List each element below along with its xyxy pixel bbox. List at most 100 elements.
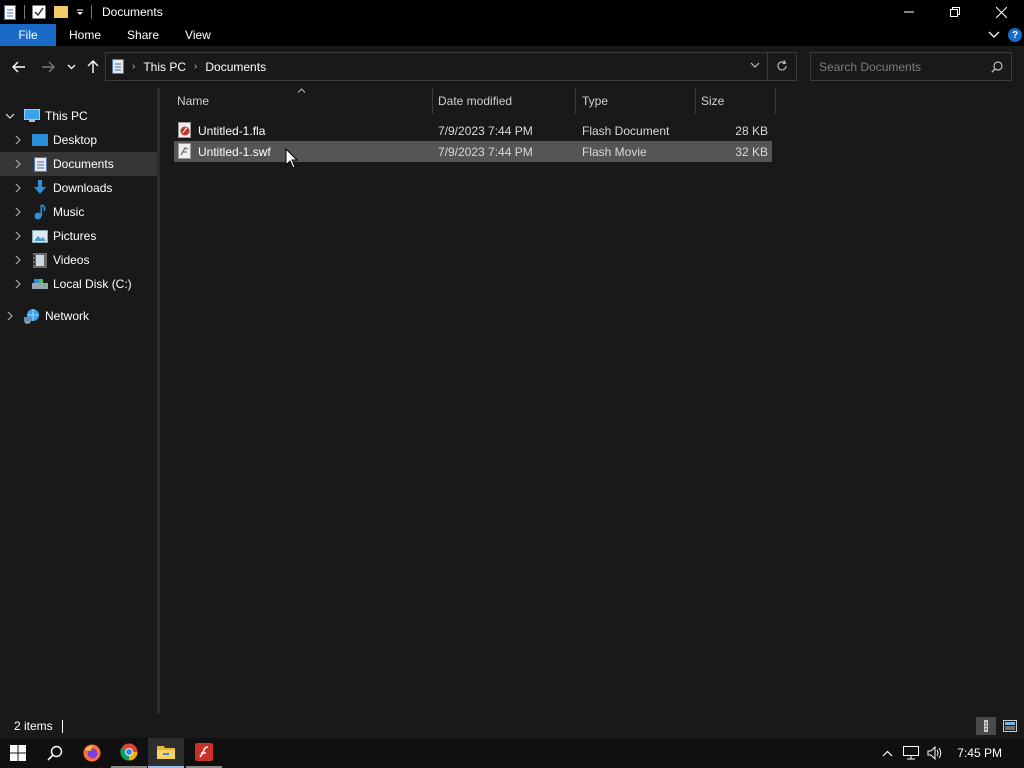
chevron-right-icon[interactable] [12,134,24,146]
search-icon[interactable] [991,61,1003,73]
adobe-animate-taskbar-button[interactable] [186,738,222,768]
status-bar: 2 items [0,714,1024,738]
volume-button[interactable] [923,738,947,768]
sidebar-item-local-disk[interactable]: Local Disk (C:) [0,272,157,296]
chevron-right-icon[interactable] [12,206,24,218]
search-input[interactable] [819,59,979,74]
chevron-right-icon[interactable] [4,310,16,322]
refresh-button[interactable] [776,60,788,72]
column-header-size[interactable]: Size [701,88,775,114]
chrome-taskbar-button[interactable] [111,738,147,768]
network-status-icon [903,746,920,760]
details-view-button[interactable] [976,717,996,735]
close-button[interactable] [978,0,1024,24]
chevron-right-icon[interactable] [12,182,24,194]
chevron-right-icon[interactable] [12,230,24,242]
breadcrumb-this-pc[interactable]: This PC [143,60,186,74]
file-type: Flash Document [582,123,670,138]
sidebar-item-label: Videos [53,253,90,267]
chevron-right-icon[interactable] [12,158,24,170]
view-switcher [976,717,1020,735]
sidebar-item-music[interactable]: Music [0,200,157,224]
pc-icon [24,108,40,124]
up-button[interactable] [82,54,104,80]
column-divider[interactable] [432,88,433,114]
sidebar-item-label: This PC [45,109,88,123]
chevron-right-icon[interactable] [12,254,24,266]
column-divider[interactable] [695,88,696,114]
fla-file-icon [178,122,192,138]
tab-file[interactable]: File [0,24,56,46]
address-divider [767,53,768,80]
address-history-dropdown[interactable] [750,62,760,69]
file-type: Flash Movie [582,144,647,159]
file-size: 32 KB [735,144,768,159]
document-icon[interactable] [2,4,18,20]
sidebar-item-desktop[interactable]: Desktop [0,128,157,152]
column-header-date-modified[interactable]: Date modified [438,88,575,114]
file-explorer-taskbar-button[interactable] [148,738,184,768]
network-icon [24,308,40,324]
breadcrumb-chevron-icon[interactable]: › [194,61,197,72]
column-divider[interactable] [775,88,776,114]
search-icon [47,745,63,761]
sidebar-item-downloads[interactable]: Downloads [0,176,157,200]
sidebar-item-this-pc[interactable]: This PC [0,104,157,128]
qat-separator [24,5,25,19]
sidebar-item-label: Documents [53,157,114,171]
show-hidden-icons-button[interactable] [875,738,899,768]
breadcrumb-chevron-icon[interactable]: › [132,61,135,72]
column-header-name[interactable]: Name [177,88,432,114]
column-header-type[interactable]: Type [582,88,695,114]
pictures-icon [32,228,48,244]
chevron-up-icon [882,750,893,756]
taskbar-search-button[interactable] [37,738,73,768]
column-divider[interactable] [575,88,576,114]
file-row[interactable]: Untitled-1.fla 7/9/2023 7:44 PM Flash Do… [174,120,772,141]
taskbar-clock[interactable]: 7:45 PM [957,746,1002,760]
forward-arrow-icon [42,61,55,73]
minimize-button[interactable] [886,0,932,24]
address-bar[interactable]: › This PC › Documents [105,52,797,81]
help-icon[interactable]: ? [1008,28,1022,42]
tab-view[interactable]: View [172,24,224,46]
title-bar: Documents [0,0,1024,24]
firefox-taskbar-button[interactable] [74,738,110,768]
sidebar-item-videos[interactable]: Videos [0,248,157,272]
videos-icon [32,252,48,268]
status-separator [61,719,63,733]
file-row[interactable]: Untitled-1.swf 7/9/2023 7:44 PM Flash Mo… [174,141,772,162]
forward-button[interactable] [37,54,59,80]
back-button[interactable] [8,54,30,80]
chevron-down-icon[interactable] [4,110,16,122]
network-status-button[interactable] [899,738,923,768]
new-folder-icon[interactable] [53,4,69,20]
tab-home[interactable]: Home [56,24,114,46]
recent-locations-button[interactable] [61,54,81,80]
downloads-icon [32,180,48,196]
large-icons-view-icon [1003,720,1017,732]
documents-icon [32,156,48,172]
file-date-modified: 7/9/2023 7:44 PM [438,123,533,138]
sidebar-item-label: Downloads [53,181,113,195]
documents-location-icon [112,59,124,74]
volume-icon [927,746,942,760]
system-tray: 7:45 PM [875,738,1024,768]
expand-ribbon-icon[interactable] [988,28,1000,42]
breadcrumb-documents[interactable]: Documents [205,60,266,74]
details-view-icon [984,720,988,732]
customize-qat-icon[interactable] [75,4,85,20]
sidebar-item-documents[interactable]: Documents [0,152,157,176]
restore-button[interactable] [932,0,978,24]
qat-separator [91,5,92,19]
tab-share[interactable]: Share [114,24,172,46]
sidebar-item-pictures[interactable]: Pictures [0,224,157,248]
sidebar-item-network[interactable]: Network [0,304,157,328]
item-count: 2 items [14,719,53,733]
search-box[interactable] [810,52,1012,81]
start-button[interactable] [0,738,36,768]
chevron-right-icon[interactable] [12,278,24,290]
properties-icon[interactable] [31,4,47,20]
ribbon-controls: ? [988,24,1022,46]
large-icons-view-button[interactable] [1000,717,1020,735]
